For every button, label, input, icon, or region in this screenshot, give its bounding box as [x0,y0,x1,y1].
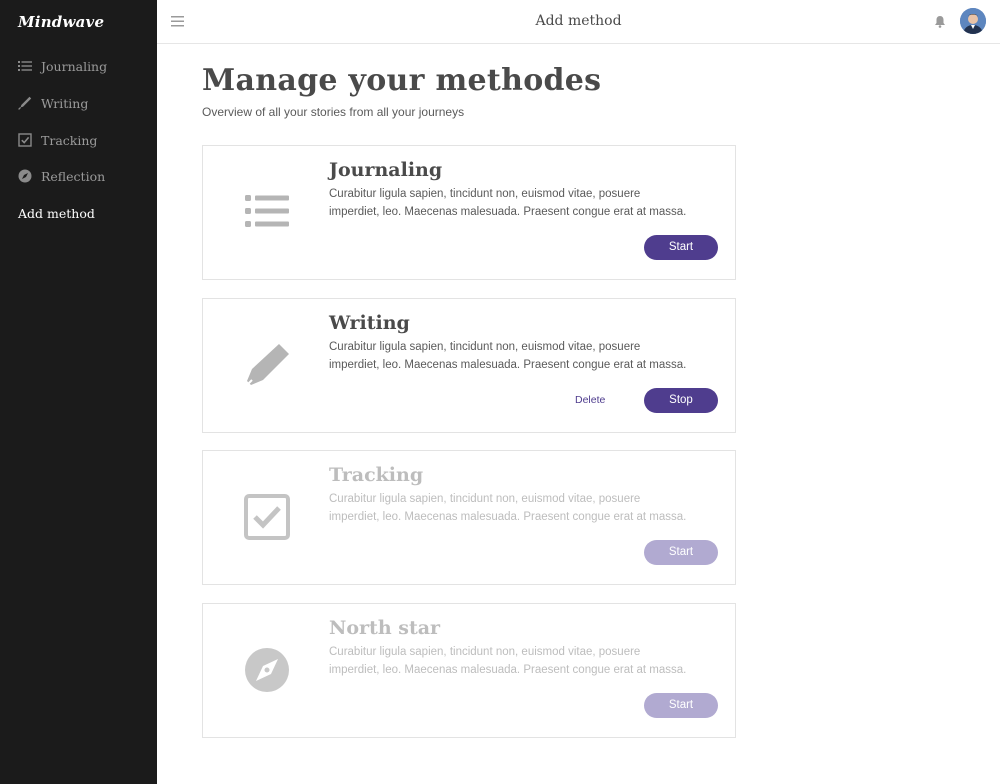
method-card-writing: Writing Curabitur ligula sapien, tincidu… [202,298,736,433]
sidebar-item-reflection[interactable]: Reflection [0,161,157,191]
list-icon [18,61,32,71]
page-title: Manage your methodes [202,63,602,98]
method-title: Tracking [329,464,424,486]
method-card-tracking: Tracking Curabitur ligula sapien, tincid… [202,450,736,585]
sidebar-item-label: Writing [41,95,89,111]
checkbox-icon [18,133,32,147]
method-card-north-star: North star Curabitur ligula sapien, tinc… [202,603,736,738]
sidebar-item-label: Reflection [41,168,106,184]
method-title: Writing [329,312,410,334]
header-title: Add method [535,13,622,29]
page-subtitle: Overview of all your stories from all yo… [202,105,465,119]
pen-icon [18,96,32,110]
method-title: Journaling [329,159,443,181]
sidebar-item-writing[interactable]: Writing [0,88,157,118]
method-description: Curabitur ligula sapien, tincidunt non, … [329,188,687,218]
user-avatar-icon [960,8,986,34]
sidebar: Mindwave Journaling Writing Tracking Ref… [0,0,157,784]
method-description: Curabitur ligula sapien, tincidunt non, … [329,493,687,523]
top-header: Add method [157,0,1000,44]
list-icon [245,195,289,227]
sidebar-item-label: Tracking [41,132,98,148]
bell-icon[interactable] [934,15,946,28]
method-card-journaling: Journaling Curabitur ligula sapien, tinc… [202,145,736,280]
pen-icon [246,344,289,386]
sidebar-item-journaling[interactable]: Journaling [0,51,157,81]
checkbox-icon [244,494,290,540]
delete-button[interactable]: Delete [575,388,605,413]
avatar[interactable] [960,8,986,34]
sidebar-item-label: Add method [18,205,95,221]
sidebar-item-label: Journaling [41,58,108,74]
sidebar-item-add-method[interactable]: Add method [0,198,157,228]
compass-icon [18,169,32,183]
sidebar-item-tracking[interactable]: Tracking [0,125,157,155]
method-description: Curabitur ligula sapien, tincidunt non, … [329,341,687,371]
method-description: Curabitur ligula sapien, tincidunt non, … [329,646,687,676]
start-button[interactable]: Start [644,235,718,260]
method-title: North star [329,617,441,639]
compass-icon [245,648,289,692]
stop-button[interactable]: Stop [644,388,718,413]
brand-logo[interactable]: Mindwave [18,13,104,31]
start-button[interactable]: Start [644,693,718,718]
start-button[interactable]: Start [644,540,718,565]
